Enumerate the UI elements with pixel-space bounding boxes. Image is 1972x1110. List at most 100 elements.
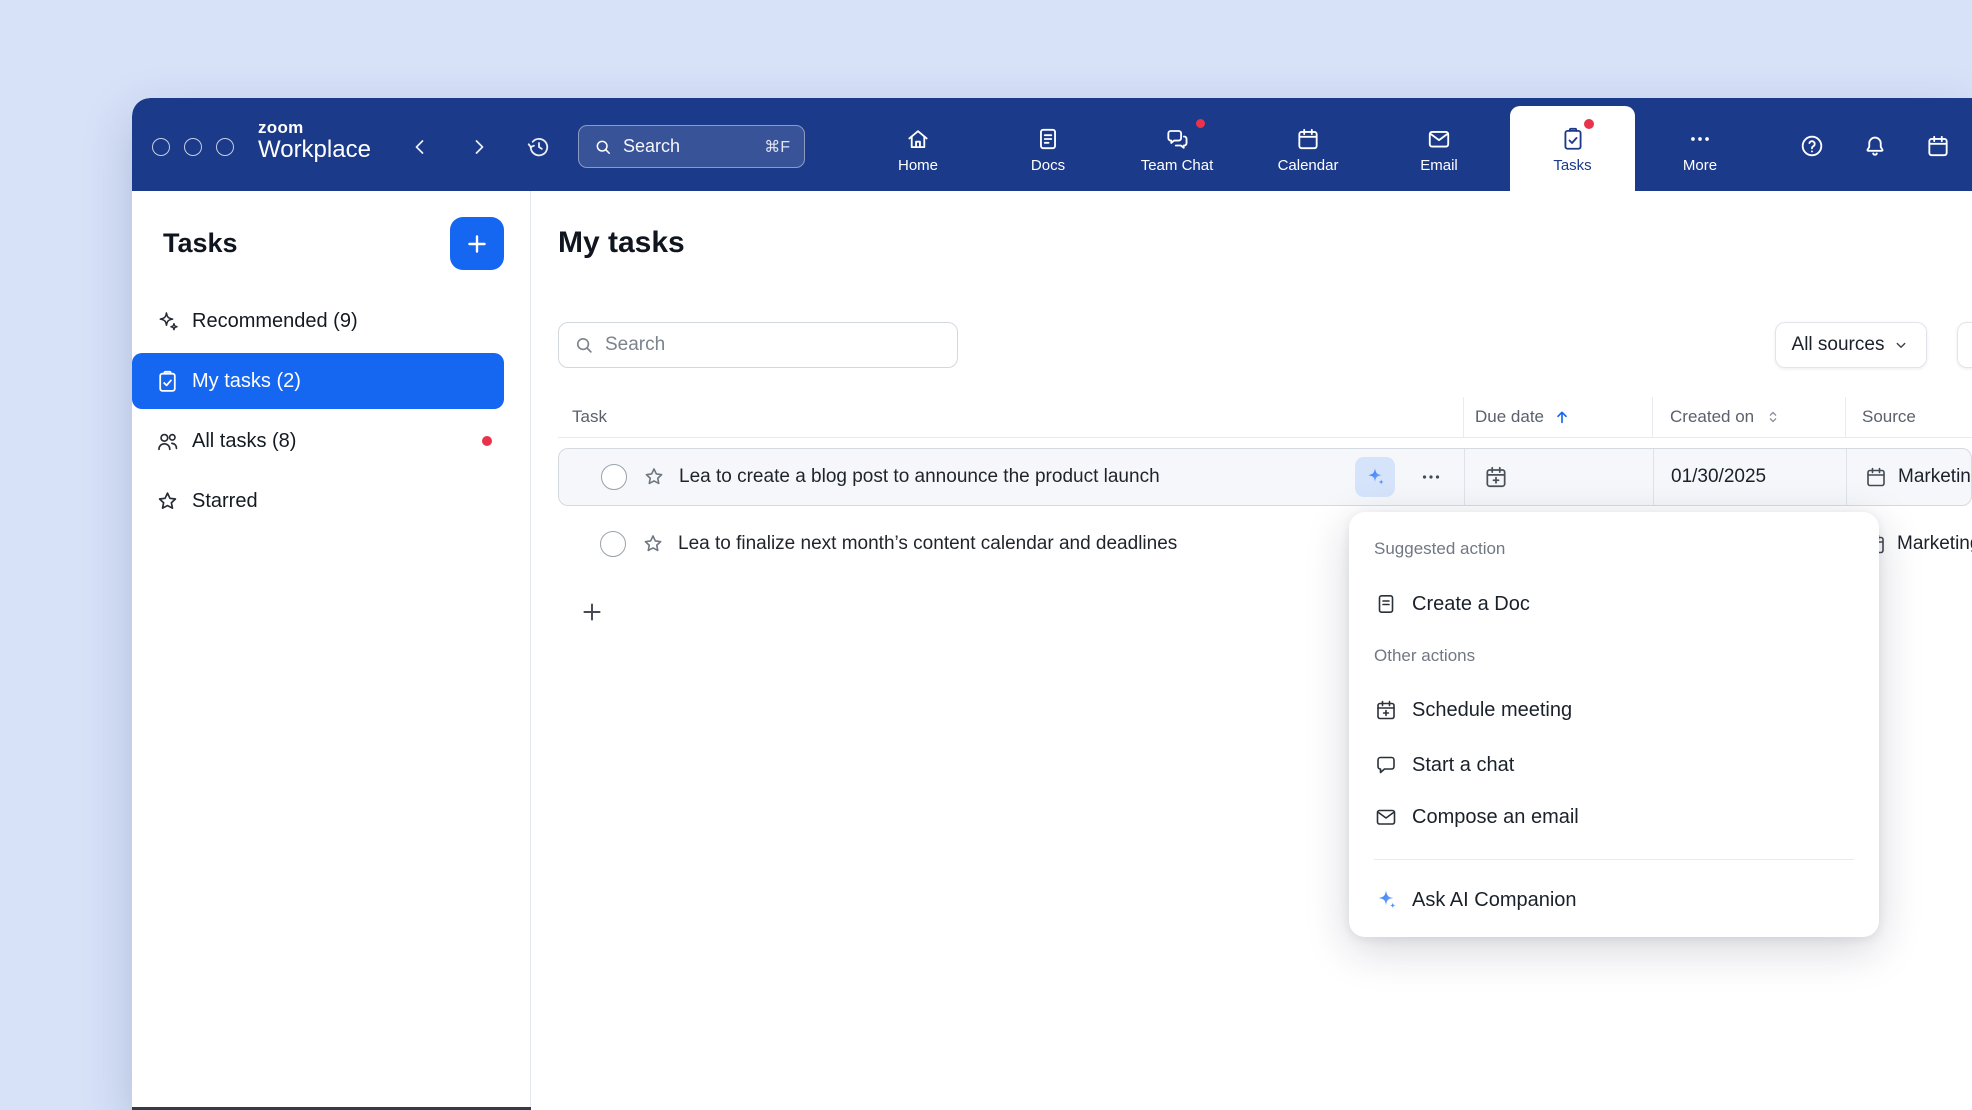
star-icon[interactable] — [641, 532, 665, 556]
chevron-down-icon — [1892, 336, 1910, 354]
history-icon — [526, 134, 552, 160]
nav-email[interactable]: Email — [1384, 126, 1494, 174]
tasks-sidebar: Tasks Recommended (9) My tasks (2) — [132, 191, 531, 1110]
workplace-logo-text: Workplace — [258, 137, 371, 163]
help-button[interactable] — [1799, 133, 1825, 159]
help-icon — [1799, 133, 1825, 159]
column-created-on[interactable]: Created on — [1652, 397, 1845, 437]
row-more-button[interactable] — [1418, 464, 1444, 490]
clipped-toolbar-button[interactable] — [1957, 322, 1972, 368]
column-task: Task — [558, 397, 1463, 437]
source-value: Marketing — [1897, 533, 1972, 555]
calendar-icon — [1925, 133, 1951, 159]
all-tasks-badge — [482, 436, 492, 446]
page-title: My tasks — [558, 226, 685, 260]
search-icon — [593, 137, 613, 157]
sidebar-item-my-tasks[interactable]: My tasks (2) — [132, 353, 504, 409]
ellipsis-icon — [1419, 465, 1443, 489]
tasks-icon — [1560, 126, 1586, 152]
plus-icon — [579, 599, 605, 625]
sidebar-item-label: Recommended (9) — [192, 310, 358, 333]
created-on-value: 01/30/2025 — [1671, 466, 1766, 488]
star-icon[interactable] — [642, 465, 666, 489]
source-value: Marketing — [1898, 466, 1971, 488]
zoom-workplace-logo: zoom Workplace — [258, 118, 371, 163]
source-doc-icon — [1864, 465, 1888, 489]
sparkle-icon — [155, 309, 180, 334]
menu-item-start-chat[interactable]: Start a chat — [1374, 745, 1854, 785]
sources-filter-dropdown[interactable]: All sources — [1775, 322, 1927, 368]
nav-tasks-active-tab[interactable]: Tasks — [1510, 106, 1635, 191]
sidebar-item-recommended[interactable]: Recommended (9) — [132, 293, 504, 349]
sort-icon — [1764, 408, 1782, 426]
sidebar-item-label: My tasks (2) — [192, 370, 301, 393]
search-icon — [573, 334, 595, 356]
doc-icon — [1374, 592, 1398, 616]
column-due-date[interactable]: Due date — [1463, 397, 1652, 437]
sidebar-item-label: Starred — [192, 490, 258, 513]
nav-home[interactable]: Home — [863, 126, 973, 174]
chat-bubble-icon — [1374, 753, 1398, 777]
global-search-box[interactable]: Search ⌘F — [578, 125, 805, 168]
calendar-plus-icon — [1374, 698, 1398, 722]
menu-item-create-doc[interactable]: Create a Doc — [1374, 584, 1854, 624]
menu-section-label: Suggested action — [1374, 539, 1505, 559]
table-header: Task Due date Created on Source — [558, 397, 1972, 438]
sidebar-list: Recommended (9) My tasks (2) All tasks (… — [132, 293, 504, 533]
team-chat-badge — [1196, 119, 1205, 128]
tasks-badge — [1584, 119, 1594, 129]
back-button[interactable] — [408, 135, 432, 159]
task-title[interactable]: Lea to finalize next month’s content cal… — [678, 533, 1177, 555]
bell-icon — [1862, 133, 1888, 159]
docs-icon — [1035, 126, 1061, 152]
global-search-placeholder: Search — [623, 136, 680, 157]
zoom-logo-text: zoom — [258, 118, 371, 137]
people-icon — [155, 429, 180, 454]
window-control-3[interactable] — [216, 138, 234, 156]
calendar-panel-button[interactable] — [1925, 133, 1951, 159]
sidebar-item-starred[interactable]: Starred — [132, 473, 504, 529]
history-button[interactable] — [526, 134, 552, 160]
add-task-row-button[interactable] — [579, 599, 605, 625]
menu-item-schedule-meeting[interactable]: Schedule meeting — [1374, 690, 1854, 730]
my-tasks-icon — [155, 369, 180, 394]
ai-sparkle-icon — [1364, 466, 1386, 488]
nav-more[interactable]: More — [1645, 126, 1755, 174]
sidebar-title: Tasks — [163, 228, 238, 259]
menu-section-label: Other actions — [1374, 646, 1475, 666]
chevron-left-icon — [408, 135, 432, 159]
window-control-1[interactable] — [152, 138, 170, 156]
column-source: Source — [1845, 397, 1972, 437]
menu-item-compose-email[interactable]: Compose an email — [1374, 797, 1854, 837]
task-search-input[interactable] — [605, 334, 943, 356]
ai-sparkle-icon — [1374, 888, 1398, 912]
add-due-date-button[interactable] — [1483, 464, 1509, 490]
ai-companion-button[interactable] — [1355, 457, 1395, 497]
window-control-2[interactable] — [184, 138, 202, 156]
star-icon — [155, 489, 180, 514]
main-content: My tasks All sources Task Due date — [532, 191, 1972, 1110]
top-bar: zoom Workplace Search ⌘F Home — [132, 98, 1972, 191]
task-search-box[interactable] — [558, 322, 958, 368]
nav-docs[interactable]: Docs — [993, 126, 1103, 174]
notifications-button[interactable] — [1862, 133, 1888, 159]
chevron-right-icon — [467, 135, 491, 159]
team-chat-icon — [1164, 126, 1190, 152]
app-window: zoom Workplace Search ⌘F Home — [132, 98, 1972, 1110]
sidebar-item-label: All tasks (8) — [192, 430, 296, 453]
nav-team-chat[interactable]: Team Chat — [1122, 126, 1232, 174]
envelope-icon — [1374, 805, 1398, 829]
menu-item-ask-ai-companion[interactable]: Ask AI Companion — [1374, 880, 1854, 920]
task-title[interactable]: Lea to create a blog post to announce th… — [679, 466, 1160, 488]
more-icon — [1687, 126, 1713, 152]
sidebar-item-all-tasks[interactable]: All tasks (8) — [132, 413, 504, 469]
task-complete-circle[interactable] — [600, 531, 626, 557]
sources-filter-label: All sources — [1792, 334, 1885, 356]
nav-calendar[interactable]: Calendar — [1253, 126, 1363, 174]
task-complete-circle[interactable] — [601, 464, 627, 490]
email-icon — [1426, 126, 1452, 152]
suggested-actions-menu: Suggested action Create a Doc Other acti… — [1349, 512, 1879, 937]
add-task-button[interactable] — [450, 217, 504, 270]
home-icon — [905, 126, 931, 152]
forward-button[interactable] — [467, 135, 491, 159]
